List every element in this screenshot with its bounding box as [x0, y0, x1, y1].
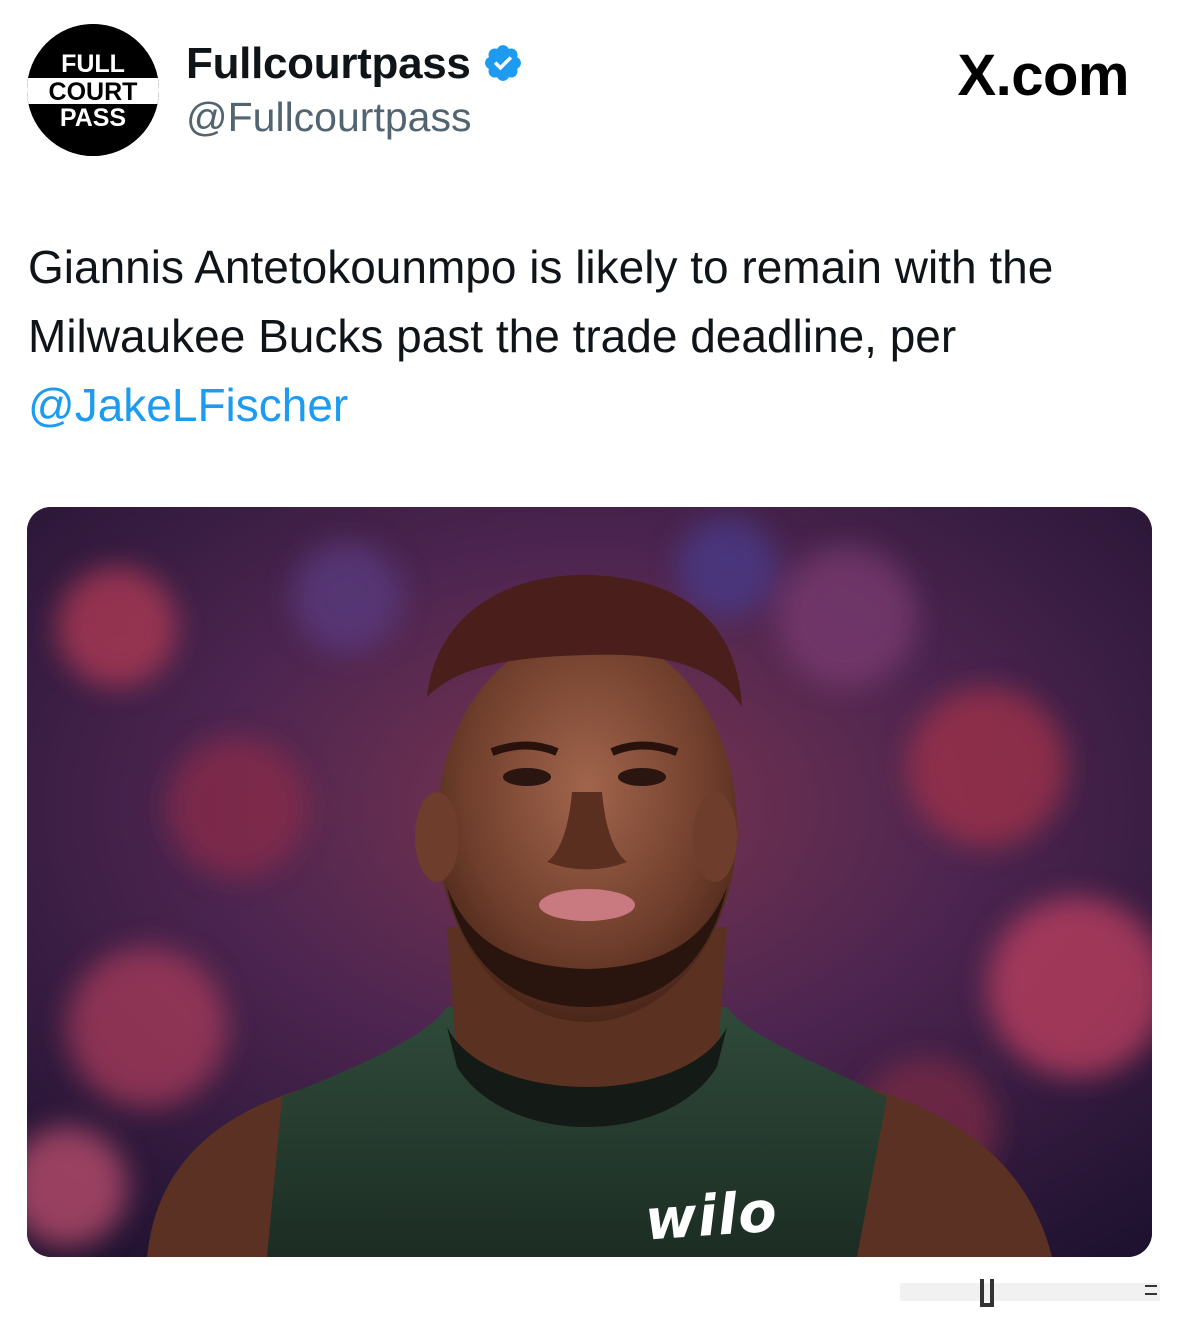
svg-text:PASS: PASS	[60, 104, 126, 132]
jersey-sponsor-text: wilo	[642, 1179, 780, 1254]
mention-link[interactable]: @JakeLFischer	[28, 379, 348, 431]
svg-text:FULL: FULL	[61, 50, 125, 78]
tweet-text: Giannis Antetokounmpo is likely to remai…	[28, 233, 1158, 440]
avatar[interactable]: FULL COURT PASS	[27, 24, 159, 156]
svg-text:COURT: COURT	[49, 78, 138, 106]
verified-badge-icon	[482, 42, 524, 84]
watermark	[900, 1275, 1160, 1315]
player-photo	[27, 507, 1152, 1257]
display-name[interactable]: Fullcourtpass	[186, 38, 471, 90]
tweet-body: Giannis Antetokounmpo is likely to remai…	[28, 241, 1054, 362]
site-label: X.com	[957, 43, 1129, 108]
handle[interactable]: @Fullcourtpass	[186, 93, 471, 141]
fullcourtpass-logo: FULL COURT PASS	[27, 24, 159, 156]
tweet-photo[interactable]	[27, 507, 1152, 1257]
